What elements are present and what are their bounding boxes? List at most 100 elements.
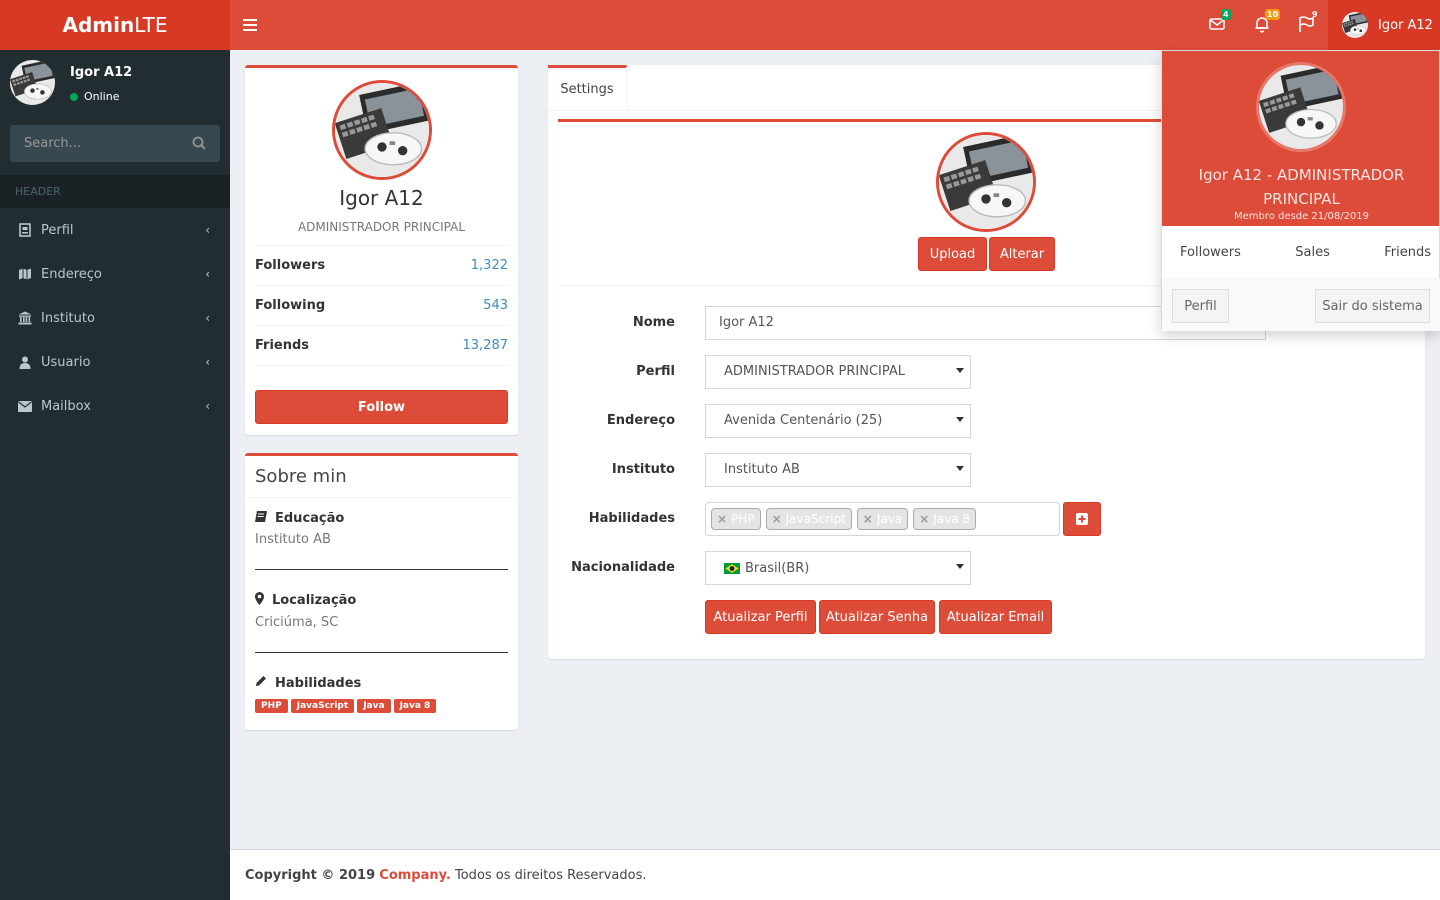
stat-label: Friends [255,338,310,353]
profile-name: Igor A12 [339,186,424,210]
user-menu-toggle[interactable]: Igor A12 [1328,0,1440,50]
messages-icon[interactable]: 4 [1208,9,1231,35]
nacionalidade-label: Nacionalidade [571,560,675,575]
update-email-button[interactable]: Atualizar Email [939,600,1052,634]
sidebar-toggle-icon[interactable] [243,16,257,34]
institution-icon [18,311,32,325]
sidebar-item-endereco[interactable]: Endereço ‹ [0,252,230,296]
friends-link[interactable]: Friends [1384,245,1431,260]
sidebar-item-label: Perfil [41,222,74,238]
tasks-badge: 9 [1312,10,1318,19]
habilidades-multiselect[interactable]: × PHP × JavaScript × Java × Java 8 [705,502,1060,536]
caret-down-icon [956,368,964,373]
sales-link[interactable]: Sales [1295,245,1330,260]
location-value: Criciúma, SC [255,615,339,630]
tasks-flag-icon[interactable]: 9 [1297,10,1318,35]
company-link[interactable]: Company. [379,868,451,883]
sidebar-item-usuario[interactable]: Usuario ‹ [0,340,230,384]
remove-icon[interactable]: × [919,512,929,526]
notifications-bell-icon[interactable]: 10 [1253,9,1281,35]
remove-icon[interactable]: × [863,512,873,526]
form-row-nacionalidade: Nacionalidade Brasil(BR) [548,551,1425,585]
perfil-select[interactable]: ADMINISTRADOR PRINCIPAL [705,355,971,389]
form-row-endereco: Endereço Avenida Centenário (25) [548,404,1425,438]
follow-button[interactable]: Follow [255,390,508,424]
skill-tag[interactable]: × Java 8 [913,508,977,530]
dropdown-avatar [1256,62,1346,152]
badge-icon [18,223,32,237]
remove-icon[interactable]: × [717,512,727,526]
instituto-select[interactable]: Instituto AB [705,453,971,487]
update-profile-button[interactable]: Atualizar Perfil [705,600,816,634]
app-logo[interactable]: Admin LTE [0,0,230,50]
skill-label: PHP [255,699,288,713]
pencil-icon [255,675,267,691]
habilidades-label: Habilidades [588,511,675,526]
profile-image [331,80,432,180]
status-text: Online [84,90,120,103]
member-since: Membro desde 21/08/2019 [1233,211,1370,222]
sidebar-item-label: Instituto [41,310,95,326]
sidebar-item-perfil[interactable]: Perfil ‹ [0,208,230,252]
education-heading: Educação [255,511,508,526]
location-heading: Localização [255,592,508,609]
skill-tag-text: JavaScript [785,512,846,526]
endereco-select[interactable]: Avenida Centenário (25) [705,404,971,438]
tab-settings[interactable]: Settings [548,65,627,110]
logout-button[interactable]: Sair do sistema [1315,289,1430,323]
followers-link[interactable]: Followers [1180,245,1241,260]
form-row-instituto: Instituto Instituto AB [548,453,1425,487]
skill-label: Java [357,699,391,713]
stat-value-link[interactable]: 13,287 [463,338,509,353]
skill-tag-text: PHP [731,512,755,526]
skill-tag[interactable]: × PHP [711,508,761,530]
sidebar-item-instituto[interactable]: Instituto ‹ [0,296,230,340]
user-avatar [1342,12,1368,38]
brazil-flag-icon [724,562,740,574]
caret-down-icon [956,417,964,422]
skill-tag[interactable]: × JavaScript [765,508,852,530]
change-image-button[interactable]: Alterar [989,237,1055,271]
profile-button[interactable]: Perfil [1172,289,1229,323]
update-password-button[interactable]: Atualizar Senha [819,600,935,634]
sidebar-item-label: Endereço [41,266,102,282]
logo-light: LTE [134,13,168,37]
sidebar-item-mailbox[interactable]: Mailbox ‹ [0,384,230,428]
page-footer: Copyright © 2019 Company. Todos os direi… [230,849,1440,900]
nome-label: Nome [632,315,675,330]
sidebar-avatar [10,60,55,105]
dropdown-user-title: Igor A12 - ADMINISTRADOR PRINCIPAL [1198,166,1405,208]
education-value: Instituto AB [255,532,331,547]
status-dot-icon [70,92,78,101]
upload-button[interactable]: Upload [918,237,987,271]
sidebar-menu: Perfil ‹ Endereço ‹ Instituto ‹ Usuario … [0,208,230,428]
stat-value-link[interactable]: 1,322 [471,258,508,273]
chevron-left-icon: ‹ [205,399,210,413]
search-icon[interactable] [192,136,206,154]
settings-form: Nome Igor A12 Perfil ADMINISTRADOR PRINC… [548,306,1425,656]
add-skill-button[interactable] [1063,502,1101,536]
book-icon [255,511,267,526]
skill-label: JavaScript [290,699,355,713]
plus-square-icon [1076,513,1088,525]
user-icon [18,355,32,369]
stat-value-link[interactable]: 543 [483,298,508,313]
settings-profile-image [936,132,1036,232]
user-dropdown-header: Igor A12 - ADMINISTRADOR PRINCIPAL Membr… [1162,51,1439,226]
copyright-text: Copyright © 2019 [245,868,376,883]
online-status[interactable]: Online [70,90,119,103]
skills-labels: PHP JavaScript Java Java 8 [255,697,508,713]
profile-role: ADMINISTRADOR PRINCIPAL [297,220,466,234]
stat-row-followers: Followers 1,322 [255,245,508,285]
map-icon [18,267,32,281]
skill-tag[interactable]: × Java [856,508,909,530]
endereco-selected: Avenida Centenário (25) [724,413,883,428]
sidebar-search-input[interactable]: Search... [10,125,220,162]
remove-icon[interactable]: × [772,512,782,526]
messages-badge: 4 [1221,9,1231,20]
instituto-label: Instituto [611,462,675,477]
nacionalidade-select[interactable]: Brasil(BR) [705,551,971,585]
education-label: Educação [275,511,345,526]
chevron-left-icon: ‹ [205,355,210,369]
sidebar-user-name: Igor A12 [70,65,133,80]
